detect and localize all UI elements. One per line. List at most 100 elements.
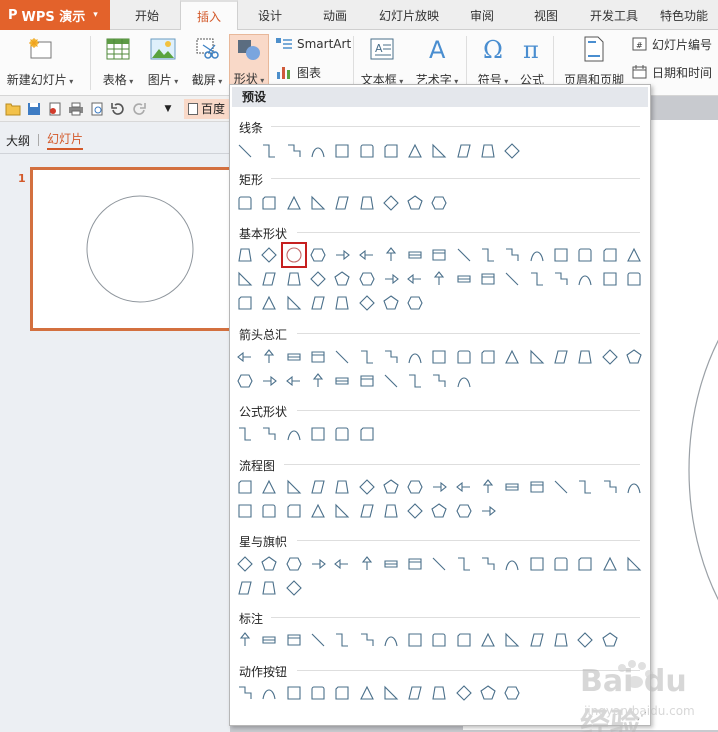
shape-option[interactable] [381,245,401,265]
save-icon[interactable] [25,100,43,118]
shape-option[interactable] [405,630,425,650]
shape-option[interactable] [551,477,571,497]
shape-option[interactable] [429,630,449,650]
shape-option[interactable] [381,683,401,703]
shape-option[interactable] [429,683,449,703]
shape-option[interactable] [405,293,425,313]
tab-review[interactable]: 审阅 [450,0,514,30]
shape-option[interactable] [284,424,304,444]
tab-insert[interactable]: 插入 [180,0,238,30]
shape-option[interactable] [527,269,547,289]
shape-option[interactable] [332,371,352,391]
shape-option[interactable] [405,245,425,265]
shape-option[interactable] [381,630,401,650]
shape-option[interactable] [502,630,522,650]
tab-slides[interactable]: 幻灯片 [47,130,84,150]
shape-oval-selected[interactable] [280,242,307,268]
shape-option[interactable] [235,347,255,367]
shape-option[interactable] [235,683,255,703]
shape-option[interactable] [259,424,279,444]
shape-option[interactable] [502,269,522,289]
tab-home[interactable]: 开始 [114,0,180,30]
shape-option[interactable] [259,371,279,391]
shape-option[interactable] [405,371,425,391]
shape-option[interactable] [357,269,377,289]
shape-option[interactable] [235,371,255,391]
shape-option[interactable] [259,683,279,703]
shape-option[interactable] [308,371,328,391]
shape-option[interactable] [478,269,498,289]
shape-option[interactable] [235,578,255,598]
shape-option[interactable] [357,371,377,391]
shape-option[interactable] [235,554,255,574]
shape-option[interactable] [405,347,425,367]
shape-option[interactable] [429,501,449,521]
shape-option[interactable] [357,245,377,265]
shape-option[interactable] [502,347,522,367]
shape-option[interactable] [308,141,328,161]
shape-option[interactable] [405,683,425,703]
tab-outline[interactable]: 大纲 [6,132,30,149]
shape-option[interactable] [600,347,620,367]
shape-option[interactable] [308,293,328,313]
shape-option[interactable] [405,501,425,521]
shape-option[interactable] [551,630,571,650]
shape-option[interactable] [332,245,352,265]
shape-option[interactable] [381,141,401,161]
shape-option[interactable] [624,477,644,497]
shape-option[interactable] [600,269,620,289]
tab-design[interactable]: 设计 [238,0,302,30]
shape-option[interactable] [429,141,449,161]
shape-option[interactable] [259,245,279,265]
shape-option[interactable] [284,347,304,367]
shape-option[interactable] [284,477,304,497]
shape-option[interactable] [624,554,644,574]
shape-option[interactable] [332,269,352,289]
new-slide-button[interactable]: 新建幻灯片 [6,34,74,92]
shape-option[interactable] [429,347,449,367]
shape-option[interactable] [429,269,449,289]
shape-option[interactable] [502,683,522,703]
shape-option[interactable] [332,554,352,574]
tab-animation[interactable]: 动画 [302,0,368,30]
shape-option[interactable] [259,269,279,289]
slide-number-button[interactable]: # 幻灯片编号 [632,34,712,54]
shape-option[interactable] [527,477,547,497]
shape-option[interactable] [454,141,474,161]
tab-developer[interactable]: 开发工具 [578,0,650,30]
shape-option[interactable] [284,578,304,598]
shape-option[interactable] [259,501,279,521]
shape-option[interactable] [332,193,352,213]
shape-option[interactable] [308,683,328,703]
shape-option[interactable] [308,269,328,289]
shape-option[interactable] [600,630,620,650]
shape-option[interactable] [502,141,522,161]
shape-option[interactable] [284,371,304,391]
shape-option[interactable] [332,293,352,313]
redo-icon[interactable] [130,100,148,118]
shape-option[interactable] [235,193,255,213]
shape-option[interactable] [600,245,620,265]
print-icon[interactable] [67,100,85,118]
shape-option[interactable] [357,424,377,444]
shape-option[interactable] [357,630,377,650]
table-button[interactable]: 表格 [98,34,138,92]
customize-dropdown-icon[interactable]: ▼ [159,100,177,118]
app-menu-button[interactable]: P WPS 演示 ▾ [0,0,110,30]
shape-option[interactable] [478,347,498,367]
shape-option[interactable] [478,141,498,161]
shape-option[interactable] [405,554,425,574]
shape-option[interactable] [454,371,474,391]
shape-option[interactable] [308,245,328,265]
shape-option[interactable] [357,477,377,497]
shape-option[interactable] [308,424,328,444]
shape-option[interactable] [600,554,620,574]
shape-option[interactable] [235,477,255,497]
shape-option[interactable] [575,245,595,265]
shape-option[interactable] [235,424,255,444]
shape-option[interactable] [235,269,255,289]
shape-option[interactable] [259,477,279,497]
chart-button[interactable]: 图表 [275,62,321,82]
shape-option[interactable] [284,293,304,313]
shape-option[interactable] [454,630,474,650]
